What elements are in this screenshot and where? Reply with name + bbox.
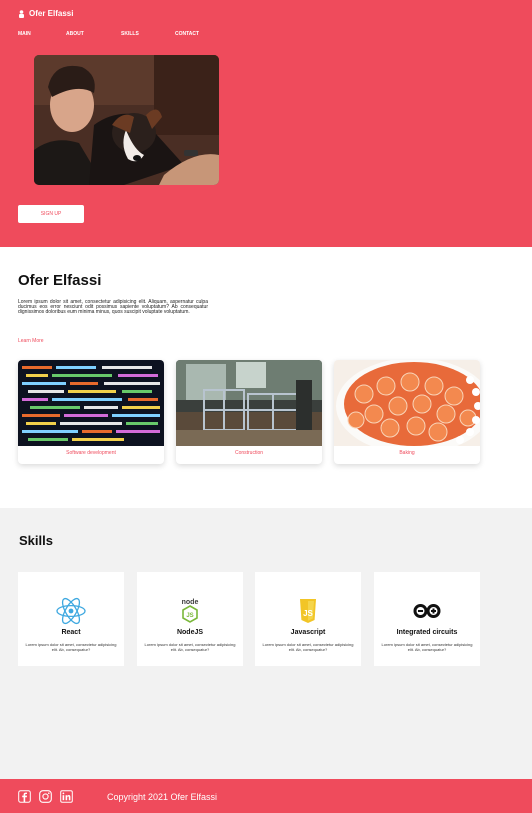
about-title: Ofer Elfassi <box>18 272 102 289</box>
react-icon <box>56 597 86 625</box>
about-description: Lorem ipsum dolor sit amet, consectetur … <box>18 299 208 315</box>
main-nav: MAIN ABOUT SKILLS CONTACT <box>18 31 199 37</box>
footer: Copyright 2021 Ofer Elfassi <box>0 779 532 813</box>
skill-text: Lorem ipsum dolor sit amet, consectetur … <box>25 642 117 652</box>
facebook-icon[interactable] <box>18 790 31 803</box>
nav-item-about[interactable]: ABOUT <box>66 31 121 37</box>
skill-card-react: React Lorem ipsum dolor sit amet, consec… <box>18 572 124 666</box>
profile-photo <box>34 55 219 185</box>
svg-text:node: node <box>182 599 199 606</box>
learn-more-link[interactable]: Learn More <box>18 338 44 344</box>
skill-card-integrated-circuits: Integrated circuits Lorem ipsum dolor si… <box>374 572 480 666</box>
hero-section: Ofer Elfassi MAIN ABOUT SKILLS CONTACT S… <box>0 0 532 247</box>
skill-name: React <box>61 629 81 636</box>
nodejs-icon: node JS <box>182 599 199 623</box>
brand[interactable]: Ofer Elfassi <box>18 9 73 18</box>
brand-name: Ofer Elfassi <box>29 9 74 18</box>
skill-card-nodejs: node JS NodeJS Lorem ipsum dolor sit ame… <box>137 572 243 666</box>
copyright-text: Copyright 2021 Ofer Elfassi <box>107 792 218 802</box>
skill-name: Javascript <box>290 629 326 636</box>
skill-text: Lorem ipsum dolor sit amet, consectetur … <box>144 642 236 652</box>
about-section: Ofer Elfassi Lorem ipsum dolor sit amet,… <box>0 247 532 508</box>
skill-name: Integrated circuits <box>396 629 458 636</box>
skill-text: Lorem ipsum dolor sit amet, consectetur … <box>262 642 354 652</box>
nav-item-main[interactable]: MAIN <box>18 31 66 37</box>
strawberry-tart-photo <box>334 360 480 446</box>
arduino-icon <box>413 604 441 618</box>
skill-card-javascript: JS Javascript Lorem ipsum dolor sit amet… <box>255 572 361 666</box>
signup-button[interactable]: SIGN UP <box>18 205 84 223</box>
card-caption: Software development <box>66 450 116 456</box>
card-caption: Baking <box>399 450 415 456</box>
skills-section: Skills React Lorem ipsum dolor sit amet,… <box>0 508 532 779</box>
nav-item-contact[interactable]: CONTACT <box>175 31 199 37</box>
card-caption: Construction <box>234 450 264 456</box>
nav-item-skills[interactable]: SKILLS <box>121 31 175 37</box>
construction-site-photo <box>176 360 322 446</box>
code-screen-photo <box>18 360 164 446</box>
skill-name: NodeJS <box>176 629 204 636</box>
svg-text:JS: JS <box>303 609 313 618</box>
instagram-icon[interactable] <box>39 790 52 803</box>
javascript-icon: JS <box>300 599 316 623</box>
person-icon <box>19 9 24 18</box>
svg-text:JS: JS <box>186 613 193 619</box>
profile-photo-image <box>34 55 219 185</box>
card-baking[interactable]: Baking <box>334 360 480 464</box>
skill-text: Lorem ipsum dolor sit amet, consectetur … <box>381 642 473 652</box>
linkedin-icon[interactable] <box>60 790 73 803</box>
skills-title: Skills <box>19 533 53 548</box>
card-software-development[interactable]: Software development <box>18 360 164 464</box>
card-construction[interactable]: Construction <box>176 360 322 464</box>
